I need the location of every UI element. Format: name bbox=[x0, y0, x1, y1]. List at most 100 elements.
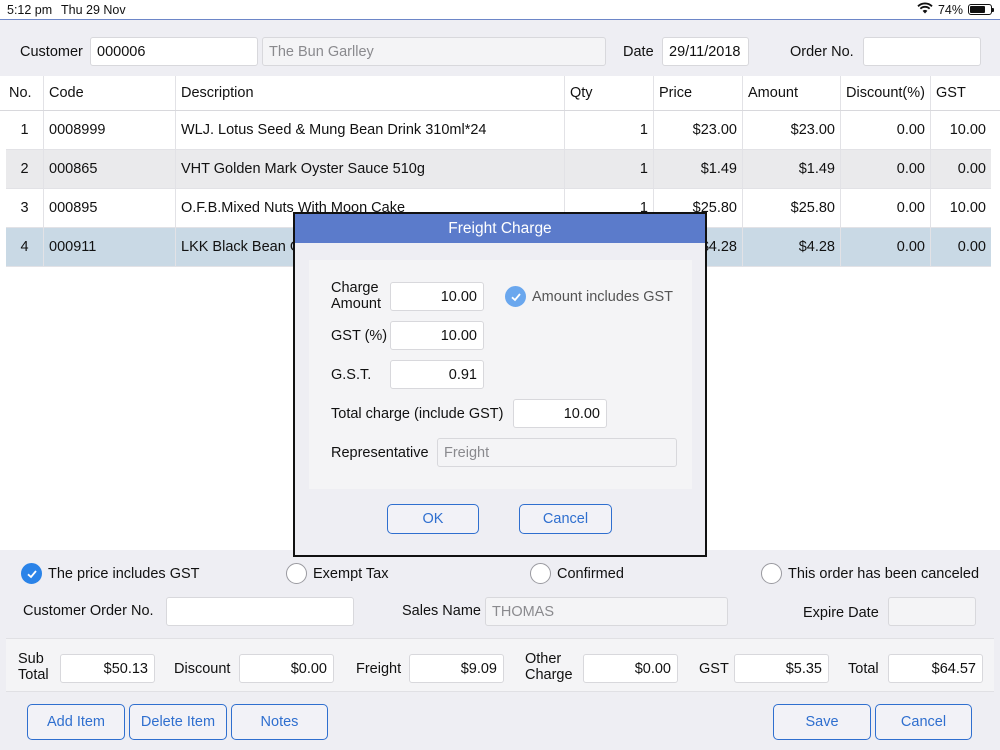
row-amount: $25.80 bbox=[743, 189, 841, 227]
discount-field[interactable]: $0.00 bbox=[239, 654, 334, 683]
customer-order-no-input[interactable] bbox=[166, 597, 354, 626]
status-time: 5:12 pm bbox=[7, 3, 53, 17]
order-no-input[interactable] bbox=[863, 37, 981, 66]
ok-button[interactable]: OK bbox=[387, 504, 479, 534]
row-gst: 0.00 bbox=[957, 239, 986, 255]
gst-total-field: $5.35 bbox=[734, 654, 829, 683]
row-no: 2 bbox=[6, 150, 44, 188]
total-label: Total bbox=[848, 661, 879, 677]
delete-item-button[interactable]: Delete Item bbox=[129, 704, 227, 740]
table-header: No. Code Description Qty Price Amount Di… bbox=[0, 76, 1000, 111]
total-charge-input[interactable]: 10.00 bbox=[513, 399, 607, 428]
order-no-label: Order No. bbox=[790, 44, 854, 60]
freight-label: Freight bbox=[356, 661, 402, 677]
row-amount: $23.00 bbox=[743, 111, 841, 149]
row-no: 1 bbox=[6, 111, 44, 149]
customer-code-input[interactable]: 000006 bbox=[90, 37, 258, 66]
row-amount: $4.28 bbox=[743, 228, 841, 266]
confirmed-label: Confirmed bbox=[557, 565, 624, 582]
unchecked-circle-icon bbox=[286, 563, 307, 584]
other-charge-field[interactable]: $0.00 bbox=[583, 654, 678, 683]
amount-includes-gst-label: Amount includes GST bbox=[532, 288, 674, 305]
col-amount: Amount bbox=[743, 76, 841, 110]
sub-total-field: $50.13 bbox=[60, 654, 155, 683]
battery-icon bbox=[968, 4, 994, 15]
amount-includes-gst-toggle[interactable]: Amount includes GST bbox=[505, 286, 673, 307]
table-row[interactable]: 1 0008999 WLJ. Lotus Seed & Mung Bean Dr… bbox=[6, 111, 991, 150]
customer-order-no-label: Customer Order No. bbox=[23, 603, 154, 619]
representative-label: Representative bbox=[331, 445, 429, 461]
status-right: 74% bbox=[917, 2, 994, 17]
representative-input[interactable]: Freight bbox=[437, 438, 677, 467]
row-discount: 0.00 bbox=[841, 150, 931, 188]
canceled-option[interactable]: This order has been canceled bbox=[761, 563, 979, 584]
row-code: 000895 bbox=[44, 189, 176, 227]
row-description: WLJ. Lotus Seed & Mung Bean Drink 310ml*… bbox=[176, 111, 565, 149]
price-includes-gst-option[interactable]: The price includes GST bbox=[21, 563, 200, 584]
confirmed-option[interactable]: Confirmed bbox=[530, 563, 624, 584]
date-label: Date bbox=[623, 44, 654, 60]
sales-name-field[interactable]: THOMAS bbox=[485, 597, 728, 626]
price-includes-gst-label: The price includes GST bbox=[48, 565, 200, 582]
row-amount: $1.49 bbox=[743, 150, 841, 188]
cancel-button[interactable]: Cancel bbox=[875, 704, 972, 740]
freight-field[interactable]: $9.09 bbox=[409, 654, 504, 683]
battery-percent: 74% bbox=[937, 2, 963, 17]
expire-date-label: Expire Date bbox=[803, 605, 879, 621]
col-qty: Qty bbox=[565, 76, 654, 110]
exempt-tax-label: Exempt Tax bbox=[313, 565, 389, 582]
row-qty: 1 bbox=[565, 150, 654, 188]
row-gst: 10.00 bbox=[949, 122, 986, 138]
row-code: 000911 bbox=[44, 228, 176, 266]
gst-value-input[interactable]: 0.91 bbox=[390, 360, 484, 389]
date-input[interactable]: 29/11/2018 bbox=[662, 37, 749, 66]
add-item-button[interactable]: Add Item bbox=[27, 704, 125, 740]
row-price: $23.00 bbox=[654, 111, 743, 149]
exempt-tax-option[interactable]: Exempt Tax bbox=[286, 563, 389, 584]
dialog-panel: Charge Amount 10.00 Amount includes GST G… bbox=[309, 260, 692, 489]
gst-total-label: GST bbox=[699, 661, 729, 677]
discount-label: Discount bbox=[174, 661, 231, 677]
wifi-icon bbox=[917, 2, 933, 17]
status-bar: 5:12 pm Thu 29 Nov 74% bbox=[0, 0, 1000, 20]
checkmark-icon bbox=[505, 286, 526, 307]
gst-percent-input[interactable]: 10.00 bbox=[390, 321, 484, 350]
col-price: Price bbox=[654, 76, 743, 110]
table-row[interactable]: 2 000865 VHT Golden Mark Oyster Sauce 51… bbox=[6, 150, 991, 189]
gst-percent-label: GST (%) bbox=[331, 328, 388, 344]
col-no: No. bbox=[4, 76, 44, 110]
sub-total-label: Sub Total bbox=[18, 651, 49, 683]
status-date: Thu 29 Nov bbox=[61, 3, 126, 17]
canceled-label: This order has been canceled bbox=[788, 565, 980, 582]
row-discount: 0.00 bbox=[841, 111, 931, 149]
row-price: $1.49 bbox=[654, 150, 743, 188]
row-code: 000865 bbox=[44, 150, 176, 188]
customer-name-field: The Bun Garlley bbox=[262, 37, 606, 66]
total-field: $64.57 bbox=[888, 654, 983, 683]
notes-button[interactable]: Notes bbox=[231, 704, 328, 740]
checkmark-icon bbox=[21, 563, 42, 584]
save-button[interactable]: Save bbox=[773, 704, 871, 740]
col-description: Description bbox=[176, 76, 565, 110]
freight-charge-dialog: Freight Charge Charge Amount 10.00 Amount… bbox=[293, 212, 707, 557]
total-charge-label: Total charge (include GST) bbox=[331, 406, 504, 422]
other-charge-label: Other Charge bbox=[525, 651, 573, 683]
unchecked-circle-icon bbox=[761, 563, 782, 584]
row-description: VHT Golden Mark Oyster Sauce 510g bbox=[176, 150, 565, 188]
col-discount: Discount(%) bbox=[841, 76, 931, 110]
row-code: 0008999 bbox=[44, 111, 176, 149]
col-code: Code bbox=[44, 76, 176, 110]
expire-date-input[interactable] bbox=[888, 597, 976, 626]
dialog-title: Freight Charge bbox=[295, 214, 705, 243]
unchecked-circle-icon bbox=[530, 563, 551, 584]
row-qty: 1 bbox=[565, 111, 654, 149]
row-discount: 0.00 bbox=[841, 228, 931, 266]
row-discount: 0.00 bbox=[841, 189, 931, 227]
row-no: 3 bbox=[6, 189, 44, 227]
row-no: 4 bbox=[6, 228, 44, 266]
dialog-cancel-button[interactable]: Cancel bbox=[519, 504, 612, 534]
row-gst: 0.00 bbox=[957, 161, 986, 177]
charge-amount-label: Charge Amount bbox=[331, 280, 381, 312]
col-gst: GST bbox=[936, 85, 966, 101]
charge-amount-input[interactable]: 10.00 bbox=[390, 282, 484, 311]
